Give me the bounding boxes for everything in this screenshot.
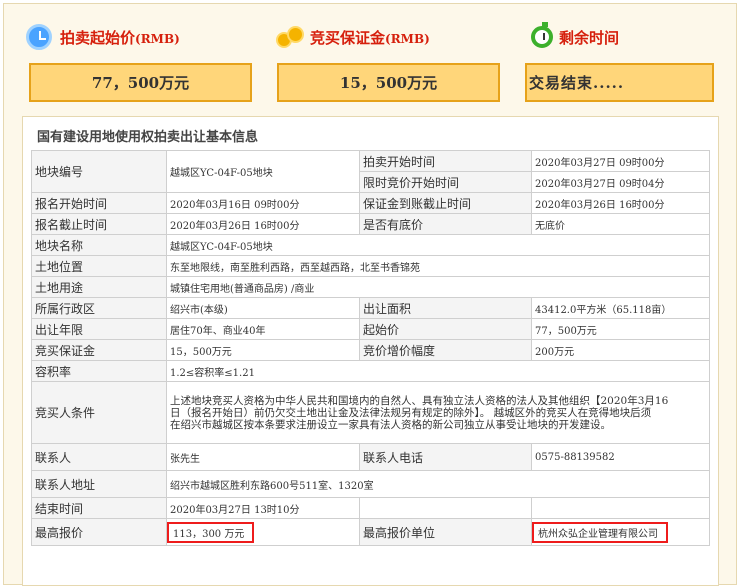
deposit-deadline-label: 保证金到账截止时间 xyxy=(359,192,532,214)
header-row: 拍卖起始价(RMB) 竞买保证金(RMB) 剩余时间 xyxy=(4,4,736,62)
table-row: 土地用途 城镇住宅用地(普通商品房) /商业 xyxy=(31,276,710,298)
table-row: 出让年限 居住70年、商业40年 起始价 77，500万元 xyxy=(31,318,710,340)
land-use-label: 土地用途 xyxy=(31,276,167,298)
area-value: 43412.0平方米（65.118亩） xyxy=(531,297,710,319)
reg-end-label: 报名截止时间 xyxy=(31,213,167,235)
reg-end-value: 2020年03月26日 16时00分 xyxy=(166,213,360,235)
plot-no-value: 越城区YC-04F-05地块 xyxy=(166,150,360,193)
phone-value: 0575-88139582 xyxy=(531,443,710,471)
top-bidder-label: 最高报价单位 xyxy=(359,518,532,546)
reserve-value: 无底价 xyxy=(531,213,710,235)
panel-title: 国有建设用地使用权拍卖出让基本信息 xyxy=(37,130,259,145)
top-bid-cell: 113，300 万元 xyxy=(166,518,360,546)
timer-icon xyxy=(531,22,553,48)
plot-name-value: 越城区YC-04F-05地块 xyxy=(166,234,710,256)
land-use-value: 城镇住宅用地(普通商品房) /商业 xyxy=(166,276,710,298)
reg-start-value: 2020年03月16日 09时00分 xyxy=(166,192,360,214)
end-time-value: 2020年03月27日 13时10分 xyxy=(166,497,360,519)
table-row: 结束时间 2020年03月27日 13时10分 xyxy=(31,497,710,519)
table-row: 地块名称 越城区YC-04F-05地块 xyxy=(31,234,710,256)
table-row: 报名开始时间 2020年03月16日 09时00分 保证金到账截止时间 2020… xyxy=(31,192,710,214)
auction-start-value: 2020年03月27日 09时00分 xyxy=(531,150,710,172)
bidder-conditions-line: 日（报名开始日）前仍欠交土地出让金及法律法规另有规定的除外】。 越城区外的竞买人… xyxy=(170,406,652,419)
table-row: 竞买保证金 15，500万元 竞价增价幅度 200万元 xyxy=(31,339,710,361)
plot-name-label: 地块名称 xyxy=(31,234,167,256)
reserve-label: 是否有底价 xyxy=(359,213,532,235)
term-label: 出让年限 xyxy=(31,318,167,340)
bidder-conditions-line: 上述地块竞买人资格为中华人民共和国境内的自然人、具有独立法人资格的法人及其他组织… xyxy=(170,394,669,407)
deposit-label: 竞买保证金 xyxy=(310,28,386,47)
top-bidder-value: 杭州众弘企业管理有限公司 xyxy=(532,521,668,543)
auction-frame: 拍卖起始价(RMB) 竞买保证金(RMB) 剩余时间 77，500万元 15，5… xyxy=(3,3,737,586)
area-label: 出让面积 xyxy=(359,297,532,319)
bidder-conditions-label: 竞买人条件 xyxy=(31,381,167,444)
clock-icon xyxy=(26,24,52,50)
contact-value: 张先生 xyxy=(166,443,360,471)
plot-no-label: 地块编号 xyxy=(31,150,167,193)
start-price-value: 77，500万元 xyxy=(29,63,252,102)
start-price-unit: (RMB) xyxy=(135,31,180,46)
top-bidder-cell: 杭州众弘企业管理有限公司 xyxy=(531,518,710,546)
increment-value: 200万元 xyxy=(531,339,710,361)
address-value: 绍兴市越城区胜利东路600号511室、1320室 xyxy=(166,470,710,498)
table-row: 所属行政区 绍兴市(本级) 出让面积 43412.0平方米（65.118亩） xyxy=(31,297,710,319)
far-value: 1.2≤容积率≤1.21 xyxy=(166,360,710,382)
remaining-time-value: 交易结束..... xyxy=(525,63,714,102)
table-row: 土地位置 东至地限线，南至胜利西路，西至越西路，北至书香锦苑 xyxy=(31,255,710,277)
far-label: 容积率 xyxy=(31,360,167,382)
reg-start-label: 报名开始时间 xyxy=(31,192,167,214)
location-label: 土地位置 xyxy=(31,255,167,277)
deposit-deadline-value: 2020年03月26日 16时00分 xyxy=(531,192,710,214)
table-deposit-value: 15，500万元 xyxy=(166,339,360,361)
increment-label: 竞价增价幅度 xyxy=(359,339,532,361)
table-row: 容积率 1.2≤容积率≤1.21 xyxy=(31,360,710,382)
table-deposit-label: 竞买保证金 xyxy=(31,339,167,361)
bid-start-value: 2020年03月27日 09时04分 xyxy=(531,171,710,193)
deposit-unit: (RMB) xyxy=(385,31,430,46)
basic-info-panel: 国有建设用地使用权拍卖出让基本信息 地块编号 越城区YC-04F-05地块 拍卖… xyxy=(22,116,719,586)
bid-start-label: 限时竞价开始时间 xyxy=(359,171,532,193)
table-row: 竞买人条件 上述地块竞买人资格为中华人民共和国境内的自然人、具有独立法人资格的法… xyxy=(31,381,710,444)
term-value: 居住70年、商业40年 xyxy=(166,318,360,340)
end-time-label: 结束时间 xyxy=(31,497,167,519)
remaining-time-header: 剩余时间 xyxy=(531,22,620,50)
deposit-value: 15，500万元 xyxy=(277,63,500,102)
table-row: 联系人地址 绍兴市越城区胜利东路600号511室、1320室 xyxy=(31,470,710,498)
table-start-price-label: 起始价 xyxy=(359,318,532,340)
remaining-time-label: 剩余时间 xyxy=(559,28,620,47)
coins-icon xyxy=(276,24,306,50)
phone-label: 联系人电话 xyxy=(359,443,532,471)
address-label: 联系人地址 xyxy=(31,470,167,498)
table-row: 地块编号 越城区YC-04F-05地块 拍卖开始时间 2020年03月27日 0… xyxy=(31,150,710,193)
contact-label: 联系人 xyxy=(31,443,167,471)
top-bid-value: 113，300 万元 xyxy=(167,521,255,543)
auction-start-label: 拍卖开始时间 xyxy=(359,150,532,172)
deposit-header: 竞买保证金(RMB) xyxy=(276,24,430,50)
location-value: 东至地限线，南至胜利西路，西至越西路，北至书香锦苑 xyxy=(166,255,710,277)
top-bid-label: 最高报价 xyxy=(31,518,167,546)
table-row: 最高报价 113，300 万元 最高报价单位 杭州众弘企业管理有限公司 xyxy=(31,518,710,546)
table-row: 报名截止时间 2020年03月26日 16时00分 是否有底价 无底价 xyxy=(31,213,710,235)
start-price-header: 拍卖起始价(RMB) xyxy=(26,24,180,50)
info-table: 地块编号 越城区YC-04F-05地块 拍卖开始时间 2020年03月27日 0… xyxy=(31,150,710,546)
table-row: 联系人 张先生 联系人电话 0575-88139582 xyxy=(31,443,710,471)
table-start-price-value: 77，500万元 xyxy=(531,318,710,340)
bidder-conditions-line: 在绍兴市越城区按本条要求注册设立一家具有法人资格的新公司独立从事受让地块的开发建… xyxy=(170,418,611,431)
district-value: 绍兴市(本级) xyxy=(166,297,360,319)
bidder-conditions-value: 上述地块竞买人资格为中华人民共和国境内的自然人、具有独立法人资格的法人及其他组织… xyxy=(166,381,710,444)
district-label: 所属行政区 xyxy=(31,297,167,319)
start-price-label: 拍卖起始价 xyxy=(60,28,136,47)
